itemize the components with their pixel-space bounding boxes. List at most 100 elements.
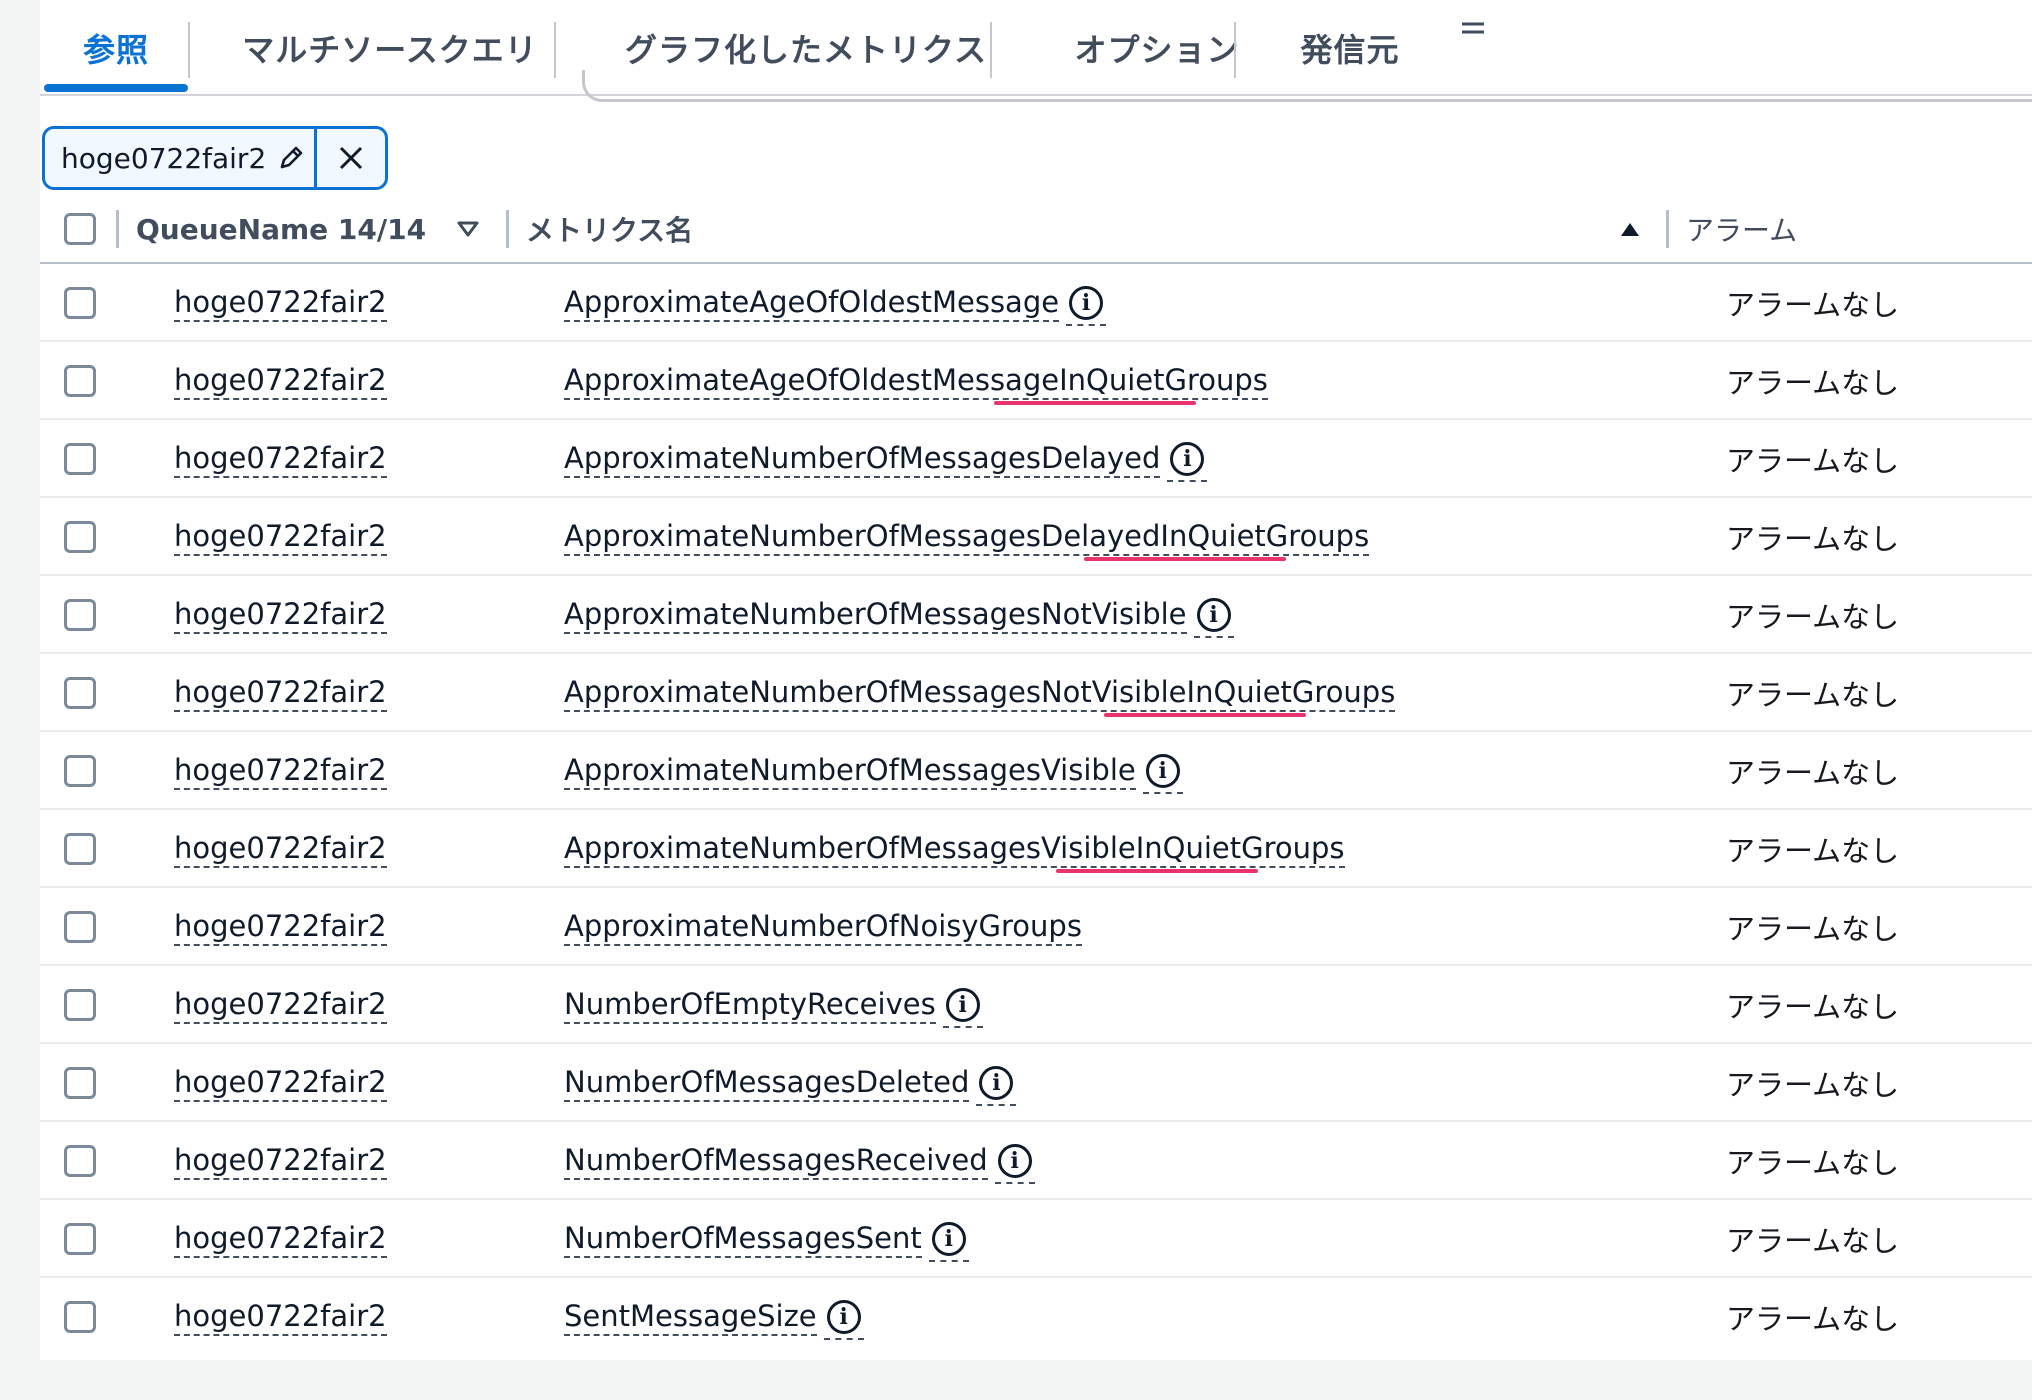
column-filter-button[interactable] <box>456 196 480 262</box>
highlight-underline <box>994 401 1196 405</box>
queue-name-cell[interactable]: hoge0722fair2 <box>174 810 387 888</box>
queue-name-cell[interactable]: hoge0722fair2 <box>174 888 387 966</box>
info-icon[interactable]: i <box>1193 598 1234 638</box>
highlight-underline <box>1056 869 1258 873</box>
row-checkbox[interactable] <box>64 1145 96 1177</box>
edit-filter-button[interactable] <box>267 129 317 187</box>
highlight-underline <box>1104 713 1306 717</box>
metric-name-link[interactable]: ApproximateNumberOfMessagesNotVisible <box>564 596 1187 634</box>
queue-name-link[interactable]: hoge0722fair2 <box>174 1298 387 1336</box>
metrics-table-body: hoge0722fair2 ApproximateAgeOfOldestMess… <box>40 264 2032 1356</box>
queue-name-cell[interactable]: hoge0722fair2 <box>174 966 387 1044</box>
info-icon[interactable]: i <box>1167 442 1208 482</box>
metric-name-cell[interactable]: ApproximateAgeOfOldestMessageInQuietGrou… <box>564 342 1268 420</box>
metric-name-link[interactable]: NumberOfMessagesDeleted <box>564 1064 970 1102</box>
row-checkbox[interactable] <box>64 287 96 319</box>
metric-name-cell[interactable]: ApproximateNumberOfMessagesVisible i <box>564 732 1183 810</box>
row-checkbox[interactable] <box>64 1067 96 1099</box>
queue-name-cell[interactable]: hoge0722fair2 <box>174 1200 387 1278</box>
queue-name-link[interactable]: hoge0722fair2 <box>174 362 387 400</box>
queue-name-link[interactable]: hoge0722fair2 <box>174 986 387 1024</box>
queue-name-cell[interactable]: hoge0722fair2 <box>174 576 387 654</box>
metric-name-cell[interactable]: SentMessageSize i <box>564 1278 864 1356</box>
metric-name-cell[interactable]: ApproximateNumberOfMessagesNotVisible i <box>564 576 1234 654</box>
row-checkbox[interactable] <box>64 755 96 787</box>
queue-name-cell[interactable]: hoge0722fair2 <box>174 654 387 732</box>
metric-name-link[interactable]: NumberOfMessagesSent <box>564 1220 922 1258</box>
queue-name-cell[interactable]: hoge0722fair2 <box>174 1122 387 1200</box>
queue-name-cell[interactable]: hoge0722fair2 <box>174 732 387 810</box>
column-header-queue-name[interactable]: QueueName 14/14 <box>136 196 426 262</box>
queue-name-cell[interactable]: hoge0722fair2 <box>174 420 387 498</box>
queue-name-link[interactable]: hoge0722fair2 <box>174 908 387 946</box>
table-row: hoge0722fair2 SentMessageSize i アラームなし <box>40 1278 2032 1356</box>
queue-name-link[interactable]: hoge0722fair2 <box>174 518 387 556</box>
metric-name-link[interactable]: SentMessageSize <box>564 1298 817 1336</box>
metric-name-cell[interactable]: ApproximateNumberOfMessagesDelayedInQuie… <box>564 498 1370 576</box>
queue-name-link[interactable]: hoge0722fair2 <box>174 284 387 322</box>
queue-name-link[interactable]: hoge0722fair2 <box>174 752 387 790</box>
table-row: hoge0722fair2 NumberOfMessagesReceived i … <box>40 1122 2032 1200</box>
metric-name-link[interactable]: ApproximateNumberOfMessagesVisible <box>564 752 1136 790</box>
queue-name-cell[interactable]: hoge0722fair2 <box>174 342 387 420</box>
alarm-status: アラームなし <box>1726 444 1900 478</box>
queue-name-link[interactable]: hoge0722fair2 <box>174 1142 387 1180</box>
queue-name-cell[interactable]: hoge0722fair2 <box>174 264 387 342</box>
info-icon[interactable]: i <box>823 1300 864 1340</box>
queue-name-link[interactable]: hoge0722fair2 <box>174 440 387 478</box>
queue-name-link[interactable]: hoge0722fair2 <box>174 1064 387 1102</box>
metric-name-link[interactable]: ApproximateAgeOfOldestMessage <box>564 284 1060 322</box>
filter-token-label: hoge0722fair2 <box>61 141 267 175</box>
row-checkbox[interactable] <box>64 1301 96 1333</box>
row-checkbox[interactable] <box>64 677 96 709</box>
metric-name-cell[interactable]: NumberOfMessagesDeleted i <box>564 1044 1017 1122</box>
queue-name-link[interactable]: hoge0722fair2 <box>174 596 387 634</box>
metric-name-cell[interactable]: ApproximateNumberOfNoisyGroups <box>564 888 1082 966</box>
remove-filter-button[interactable] <box>317 129 385 187</box>
metric-name-link[interactable]: ApproximateNumberOfMessagesNotVisibleInQ… <box>564 674 1396 712</box>
metric-name-cell[interactable]: NumberOfMessagesReceived i <box>564 1122 1035 1200</box>
queue-name-cell[interactable]: hoge0722fair2 <box>174 1278 387 1356</box>
metric-name-cell[interactable]: NumberOfEmptyReceives i <box>564 966 983 1044</box>
row-checkbox[interactable] <box>64 989 96 1021</box>
queue-name-cell[interactable]: hoge0722fair2 <box>174 498 387 576</box>
row-checkbox[interactable] <box>64 599 96 631</box>
row-checkbox[interactable] <box>64 521 96 553</box>
info-icon[interactable]: i <box>994 1144 1035 1184</box>
row-checkbox[interactable] <box>64 443 96 475</box>
tab-multi-source-query[interactable]: マルチソースクエリ <box>212 0 568 96</box>
select-all-checkbox[interactable] <box>64 196 96 262</box>
sort-ascending-button[interactable] <box>1618 196 1642 262</box>
tab-browse[interactable]: 参照 <box>40 0 192 96</box>
drag-handle-icon[interactable] <box>1458 14 1488 44</box>
column-header-metric-name[interactable]: メトリクス名 <box>526 196 693 262</box>
metric-name-link[interactable]: NumberOfMessagesReceived <box>564 1142 988 1180</box>
metric-name-cell[interactable]: ApproximateNumberOfMessagesVisibleInQuie… <box>564 810 1345 888</box>
metric-name-link[interactable]: ApproximateNumberOfNoisyGroups <box>564 908 1082 946</box>
filter-token[interactable]: hoge0722fair2 <box>42 126 388 190</box>
metric-name-link[interactable]: ApproximateNumberOfMessagesVisibleInQuie… <box>564 830 1345 868</box>
info-icon[interactable]: i <box>1142 754 1183 794</box>
info-icon[interactable]: i <box>942 988 983 1028</box>
metric-name-link[interactable]: ApproximateNumberOfMessagesDelayedInQuie… <box>564 518 1370 556</box>
queue-name-cell[interactable]: hoge0722fair2 <box>174 1044 387 1122</box>
queue-name-link[interactable]: hoge0722fair2 <box>174 674 387 712</box>
column-header-alarm[interactable]: アラーム <box>1686 196 1797 262</box>
queue-name-link[interactable]: hoge0722fair2 <box>174 830 387 868</box>
info-icon[interactable]: i <box>1066 286 1107 326</box>
metric-name-cell[interactable]: ApproximateNumberOfMessagesDelayed i <box>564 420 1208 498</box>
metric-name-link[interactable]: ApproximateAgeOfOldestMessageInQuietGrou… <box>564 362 1268 400</box>
row-checkbox[interactable] <box>64 365 96 397</box>
metric-name-link[interactable]: NumberOfEmptyReceives <box>564 986 936 1024</box>
metric-name-cell[interactable]: ApproximateAgeOfOldestMessage i <box>564 264 1107 342</box>
info-icon[interactable]: i <box>928 1222 969 1262</box>
row-checkbox[interactable] <box>64 1223 96 1255</box>
queue-name-link[interactable]: hoge0722fair2 <box>174 1220 387 1258</box>
metric-name-cell[interactable]: NumberOfMessagesSent i <box>564 1200 969 1278</box>
metric-name-cell[interactable]: ApproximateNumberOfMessagesNotVisibleInQ… <box>564 654 1396 732</box>
row-checkbox[interactable] <box>64 911 96 943</box>
row-checkbox[interactable] <box>64 833 96 865</box>
metric-name-link[interactable]: ApproximateNumberOfMessagesDelayed <box>564 440 1161 478</box>
info-icon[interactable]: i <box>976 1066 1017 1106</box>
alarm-status: アラームなし <box>1726 756 1900 790</box>
